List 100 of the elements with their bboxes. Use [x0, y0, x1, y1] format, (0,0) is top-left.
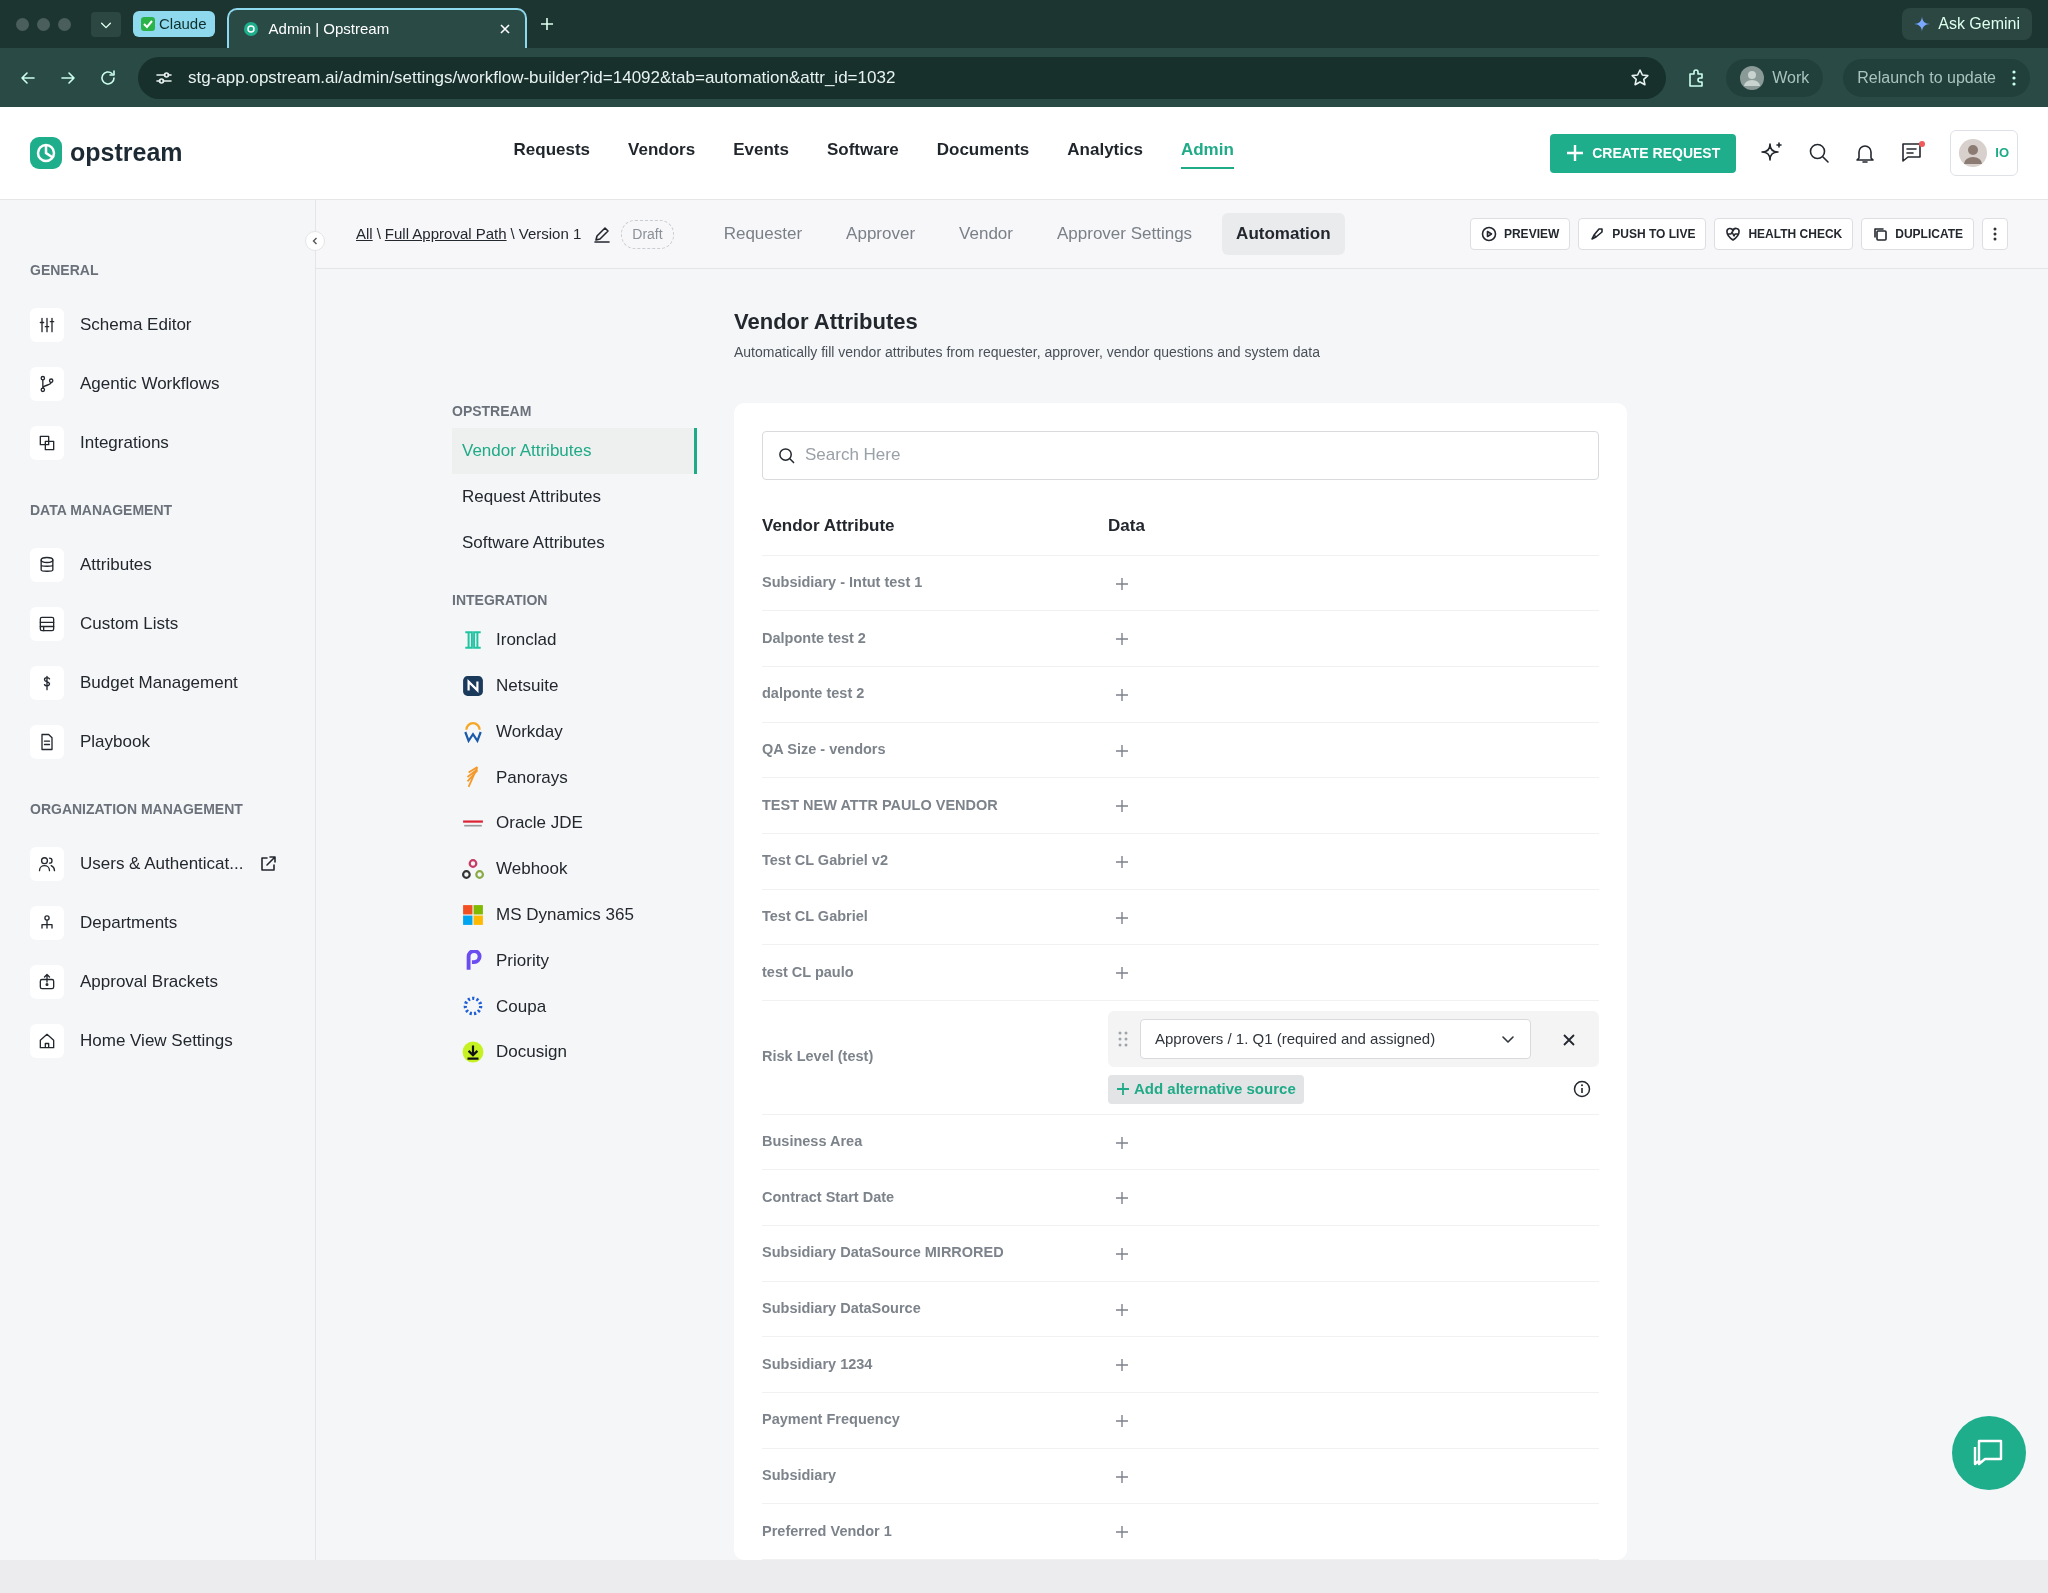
integration-item[interactable]: Webhook [452, 846, 697, 892]
profile-button[interactable]: Work [1726, 58, 1824, 97]
attribute-name: TEST NEW ATTR PAULO VENDOR [762, 795, 999, 815]
nav-link[interactable]: Events [733, 137, 789, 169]
integration-item[interactable]: Docusign [452, 1029, 697, 1076]
plus-icon [1114, 909, 1130, 926]
sidebar-item[interactable]: Custom Lists [30, 594, 285, 653]
search-field[interactable]: Search Here [762, 430, 1599, 480]
window-control-icon[interactable] [16, 17, 29, 31]
tab[interactable]: Automation [1222, 213, 1345, 255]
browser-tab[interactable]: Admin | Opstream [226, 8, 527, 48]
section-heading: ORGANIZATION MANAGEMENT [30, 800, 244, 819]
integration-item[interactable]: Panorays [452, 754, 697, 801]
attribute-name: Test CL Gabriel v2 [762, 851, 889, 871]
integration-item[interactable]: Ironclad [452, 617, 697, 663]
bookmark-star-icon[interactable] [1630, 67, 1651, 88]
sidebar-item[interactable]: Playbook [30, 712, 285, 771]
attribute-nav-item[interactable]: Request Attributes [452, 474, 697, 521]
breadcrumb-link[interactable]: Full Approval Path [384, 222, 507, 246]
org-initials: IO [1995, 144, 2009, 163]
plus-icon [1114, 1468, 1130, 1485]
plus-icon [1114, 1134, 1130, 1151]
section-heading: GENERAL [30, 261, 100, 280]
attribute-name: Subsidiary - Intut test 1 [762, 572, 924, 592]
plus-icon [1114, 798, 1130, 815]
section-heading: OPSTREAM [452, 402, 533, 422]
attribute-nav-item[interactable]: Software Attributes [452, 520, 697, 567]
sidebar-item[interactable]: Home View Settings [30, 1011, 285, 1070]
window-control-icon[interactable] [37, 17, 50, 31]
tab-list-button[interactable] [91, 11, 121, 37]
sidebar-item[interactable]: Schema Editor [30, 295, 285, 354]
section-heading: INTEGRATION [452, 591, 549, 611]
sidebar-item[interactable]: Approval Brackets [30, 952, 285, 1011]
tab[interactable]: Approver Settings [1042, 213, 1207, 255]
webhook-logo-icon [462, 858, 484, 880]
attribute-name: Payment Frequency [762, 1410, 901, 1430]
site-logo-icon [242, 21, 259, 37]
page-description: Automatically fill vendor attributes from requester, approver, vendor questions and system data [734, 342, 1321, 362]
attribute-name: QA Size - vendors [762, 740, 887, 760]
ask-gemini-button[interactable]: Ask Gemini [1902, 8, 2032, 40]
breadcrumb-separator: \ [376, 223, 381, 244]
sidebar-item[interactable]: Users & Authenticat... [30, 834, 244, 893]
tab[interactable]: Approver [832, 213, 930, 255]
heart-pulse-icon [1725, 226, 1742, 243]
integration-item[interactable]: Oracle JDE [452, 800, 697, 847]
plus-icon [1114, 687, 1130, 703]
nav-link[interactable]: Requests [513, 137, 591, 169]
integration-item[interactable]: Coupa [452, 983, 697, 1030]
integration-item[interactable]: Netsuite [452, 662, 697, 709]
plus-icon [1114, 631, 1130, 648]
nav-link[interactable]: Documents [936, 137, 1030, 169]
integration-item[interactable]: Priority [452, 937, 697, 984]
plus-icon [1566, 144, 1585, 162]
nav-link[interactable]: Analytics [1067, 137, 1143, 169]
avatar-icon [1959, 139, 1988, 167]
play-circle-icon [1480, 226, 1497, 243]
w-logo-icon [462, 720, 484, 743]
attribute-name: Subsidiary 1234 [762, 1354, 874, 1374]
info-icon[interactable] [1573, 1080, 1591, 1099]
attribute-name: Test CL Gabriel [762, 907, 869, 927]
section-heading: DATA MANAGEMENT [30, 501, 174, 520]
integration-item[interactable]: Workday [452, 708, 697, 755]
window-control-icon[interactable] [58, 17, 71, 31]
more-button[interactable] [1982, 218, 2008, 251]
nav-link[interactable]: Vendors [628, 137, 696, 169]
tab-group-label[interactable]: Claude [133, 10, 215, 38]
sidebar-item[interactable]: Integrations [30, 413, 285, 472]
tab[interactable]: Requester [709, 213, 817, 255]
plus-icon [1114, 1524, 1130, 1541]
toolbar-button[interactable]: DUPLICATE [1861, 218, 1974, 251]
toolbar-button[interactable]: HEALTH CHECK [1714, 218, 1854, 251]
tab[interactable]: Vendor [945, 213, 1027, 255]
sidebar-item[interactable]: Departments [30, 893, 285, 952]
plus-icon [1116, 1082, 1130, 1097]
reload-icon[interactable] [98, 67, 118, 88]
messages-icon[interactable] [1900, 141, 1927, 165]
drag-handle-icon[interactable] [1118, 1031, 1128, 1047]
attribute-name: Subsidiary [762, 1466, 838, 1486]
breadcrumb-link[interactable]: All [356, 222, 373, 246]
plus-icon [1114, 1301, 1130, 1318]
plus-icon [1114, 965, 1130, 982]
bell-icon[interactable] [1854, 142, 1877, 164]
close-icon[interactable] [498, 23, 511, 35]
sidebar-item[interactable]: Attributes [30, 535, 285, 594]
relaunch-button[interactable]: Relaunch to update [1843, 58, 2030, 97]
sidebar-item[interactable]: Agentic Workflows [30, 354, 285, 413]
integration-item[interactable]: MS Dynamics 365 [452, 891, 697, 938]
search-icon[interactable] [1808, 142, 1831, 164]
source-select[interactable]: Approvers / 1. Q1 (required and assigned) [1140, 1019, 1531, 1059]
sidebar-item[interactable]: Budget Management [30, 653, 285, 712]
checkbox-icon [141, 17, 155, 31]
address-bar[interactable]: stg-app.opstream.ai/admin/settings/workflow-builder?id=14092&tab=automation&attr_id=1032 [138, 56, 1667, 99]
toolbar-button[interactable]: PREVIEW [1469, 218, 1571, 251]
external-link-icon[interactable] [259, 854, 278, 873]
edit-icon[interactable] [593, 225, 612, 244]
new-tab-icon[interactable] [538, 16, 555, 32]
toolbar-button[interactable]: PUSH TO LIVE [1578, 218, 1707, 251]
nav-link[interactable]: Software [826, 137, 899, 169]
rocket-icon [1589, 226, 1606, 243]
search-icon [778, 446, 795, 464]
